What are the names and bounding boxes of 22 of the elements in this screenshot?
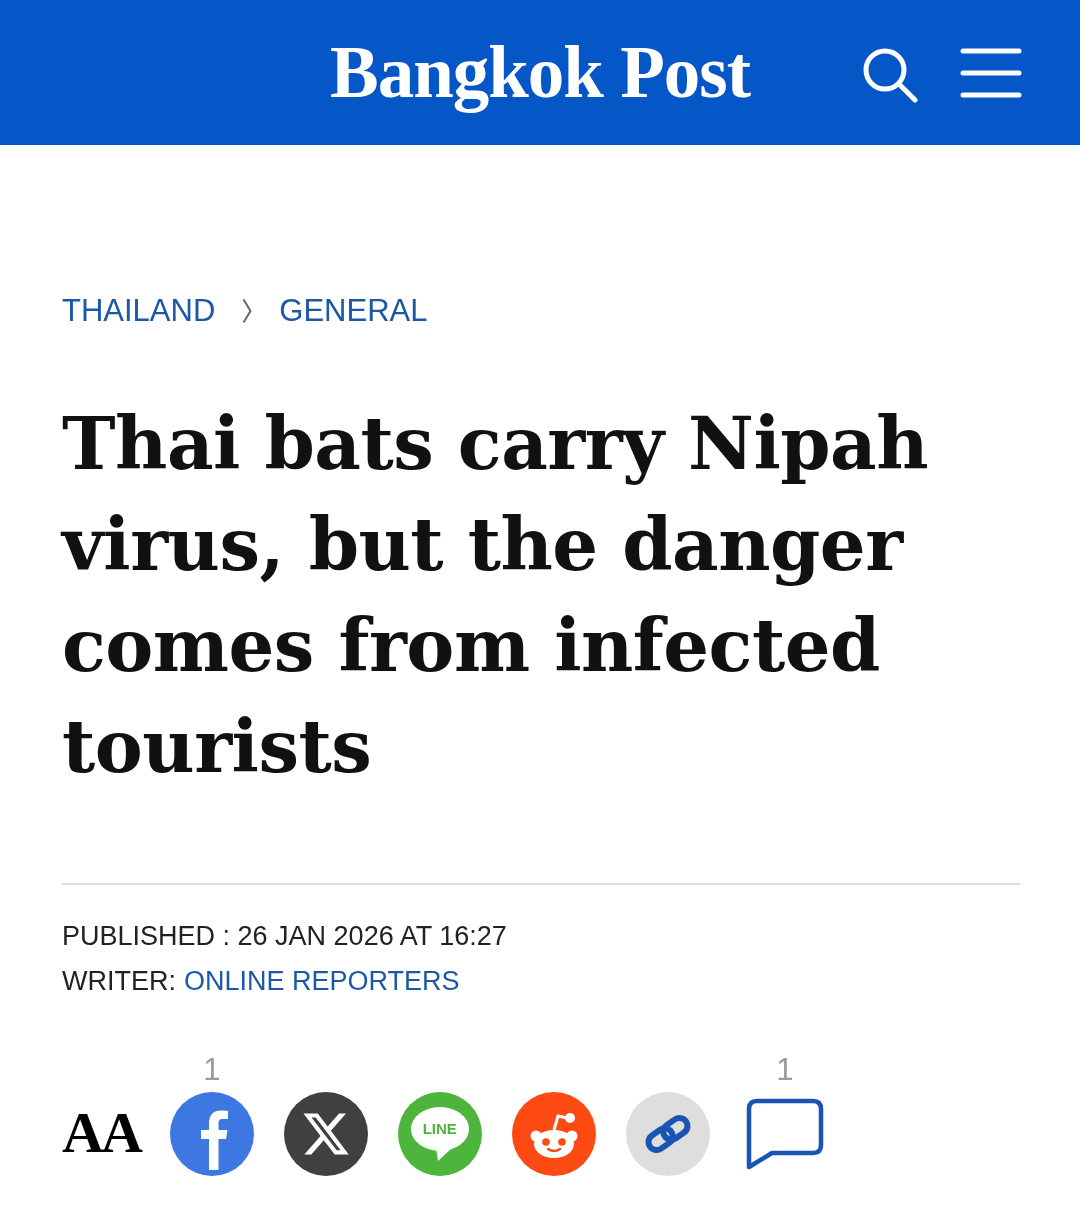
chain-link-icon (625, 1092, 710, 1176)
site-logo[interactable]: Bangkok Post (329, 30, 751, 115)
copy-link-button[interactable] (625, 1092, 710, 1176)
speech-bubble-icon (745, 1098, 824, 1170)
text-size-button[interactable]: AA (62, 1104, 140, 1162)
comments-button[interactable] (745, 1098, 824, 1170)
writer-label: WRITER: (62, 965, 176, 998)
menu-icon (960, 47, 1022, 98)
chevron-icon (242, 298, 253, 324)
share-count: 1 (776, 1052, 794, 1088)
published-date: PUBLISHED : 26 JAN 2026 AT 16:27 (62, 920, 508, 953)
x-share-button[interactable] (283, 1092, 368, 1176)
breadcrumb-link[interactable]: GENERAL (279, 293, 428, 329)
search-icon (862, 46, 918, 103)
article-headline: Thai bats carry Nipah virus, but the danger comes from infected tourists (62, 400, 930, 791)
share-count: 1 (203, 1052, 221, 1088)
speech-bubble-icon (410, 1107, 469, 1161)
breadcrumb-link[interactable]: THAILAND (62, 293, 216, 329)
menu-button[interactable] (960, 47, 1022, 98)
facebook-share-button[interactable] (169, 1092, 254, 1176)
reddit-share-button[interactable] (511, 1092, 596, 1176)
writer-link[interactable]: ONLINE REPORTERS (184, 959, 460, 1004)
